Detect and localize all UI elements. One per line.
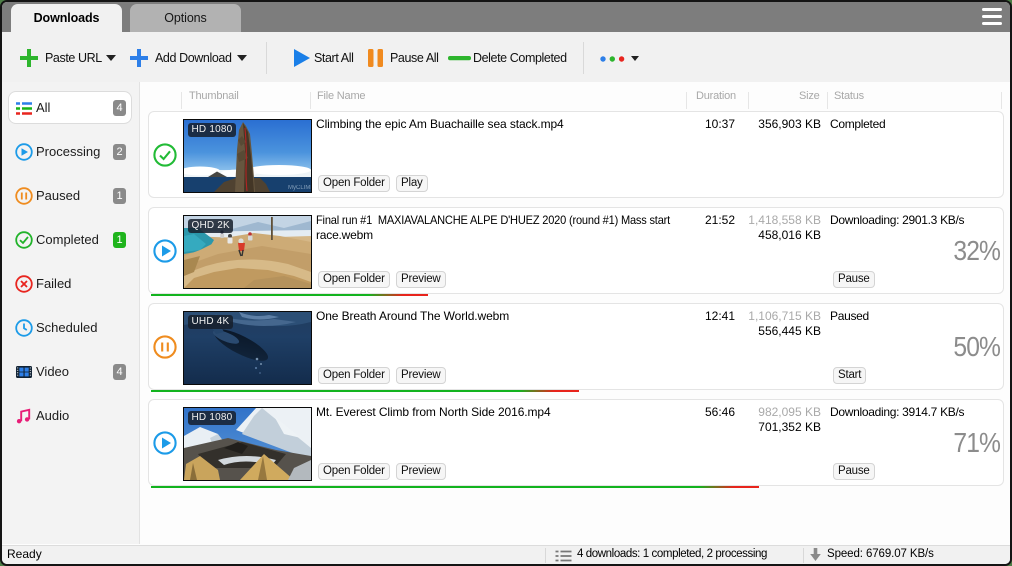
svg-text:MyCLIMB: MyCLIMB	[288, 185, 311, 191]
